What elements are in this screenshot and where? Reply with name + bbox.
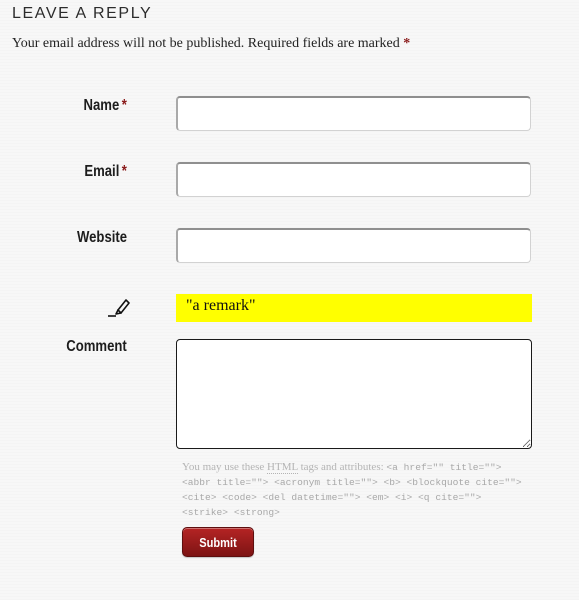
comment-label-text: Comment: [66, 338, 127, 355]
website-input[interactable]: [176, 228, 531, 263]
email-label: Email *: [84, 163, 127, 181]
remark-text: "a remark": [186, 297, 256, 314]
name-required-asterisk: *: [121, 97, 127, 114]
reply-title: LEAVE A REPLY: [12, 5, 153, 22]
website-label-text: Website: [76, 229, 127, 246]
form-allowed-tags: You may use these HTML tags and attribut…: [182, 460, 527, 520]
remark-highlight[interactable]: "a remark": [176, 294, 532, 322]
email-label-text: Email: [84, 163, 120, 180]
comment-label: Comment: [66, 338, 127, 356]
allowed-tags-intro: You may use these: [182, 461, 268, 473]
html-abbr: HTML: [267, 461, 298, 474]
name-label-text: Name: [83, 97, 120, 114]
name-input[interactable]: [176, 96, 531, 131]
email-required-asterisk: *: [121, 163, 127, 180]
submit-button-label: Submit: [199, 534, 237, 550]
comment-notes-text: Your email address will not be published…: [12, 36, 400, 51]
submit-button[interactable]: Submit: [182, 527, 254, 557]
comment-notes: Your email address will not be published…: [12, 36, 410, 52]
website-label: Website: [77, 229, 127, 247]
name-label: Name *: [84, 97, 127, 115]
required-asterisk: *: [403, 36, 411, 51]
email-input[interactable]: [176, 162, 531, 197]
comment-textarea[interactable]: [176, 339, 532, 449]
highlighter-pen-icon[interactable]: [107, 296, 131, 318]
allowed-tags-middle: tags and attributes:: [297, 461, 387, 473]
